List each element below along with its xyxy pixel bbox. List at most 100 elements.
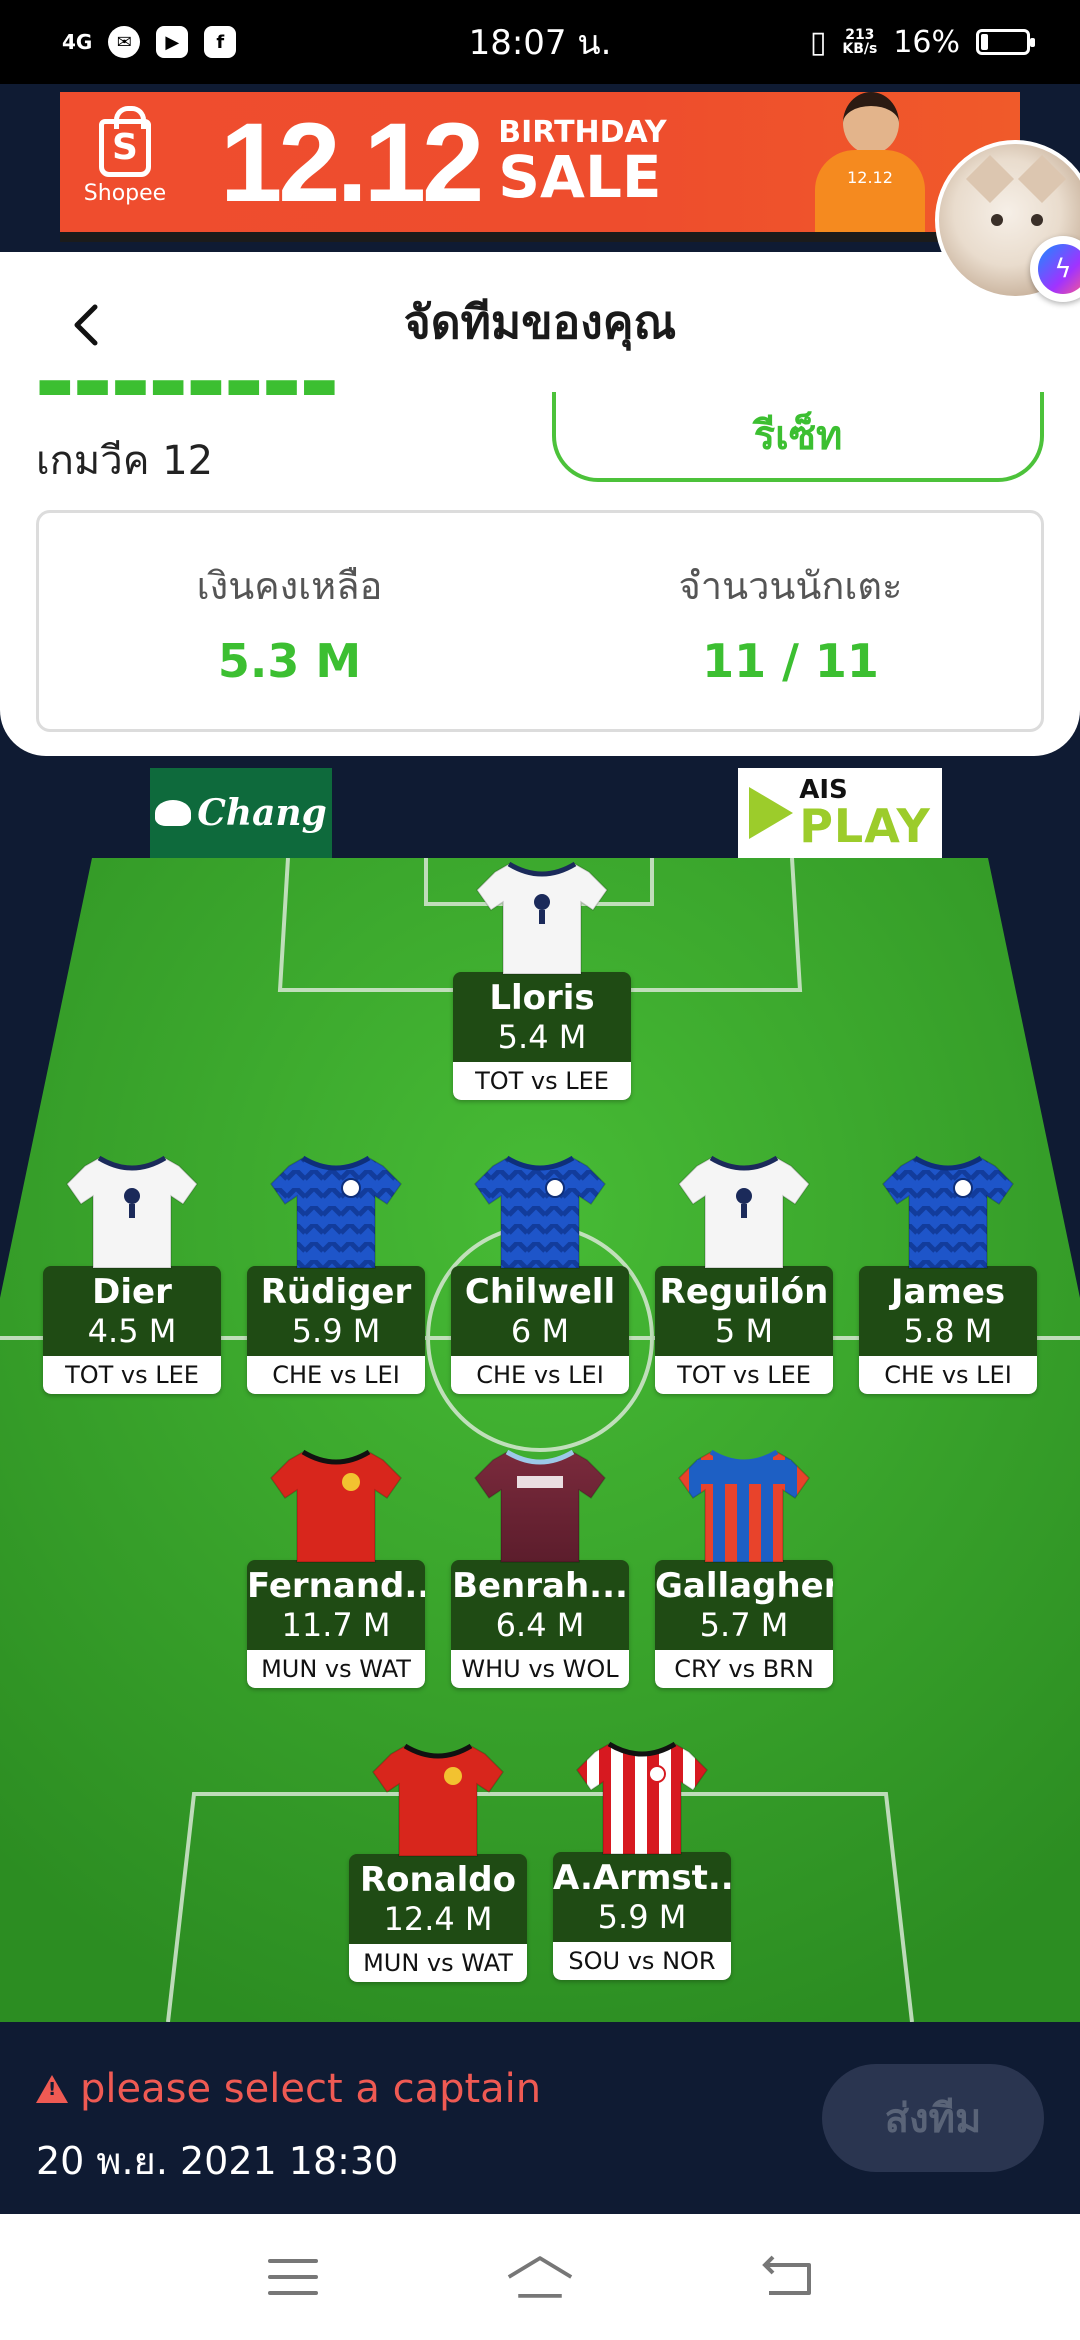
banner-sale-number: 12.12 bbox=[220, 99, 484, 225]
jersey-icon bbox=[677, 1152, 811, 1270]
ais-play-sponsor-logo: AIS PLAY bbox=[738, 768, 942, 858]
menu-button[interactable] bbox=[258, 2242, 328, 2312]
menu-icon bbox=[268, 2259, 319, 2295]
team-stats-box: เงินคงเหลือ 5.3 M จำนวนนักเตะ 11 / 11 bbox=[36, 510, 1044, 732]
model-shirt: 12.12 bbox=[815, 150, 925, 232]
player-price: 5 M bbox=[714, 1312, 774, 1350]
avatar-eye-left bbox=[991, 214, 1003, 226]
player-name: Gallagher bbox=[655, 1566, 833, 1606]
player-price: 5.4 M bbox=[497, 1018, 587, 1056]
elephant-icon bbox=[155, 800, 192, 826]
player-fixture: TOT vs LEE bbox=[655, 1356, 833, 1394]
player-price: 5.9 M bbox=[597, 1898, 687, 1936]
player-count-label: จำนวนนักเตะ bbox=[678, 563, 903, 608]
player-price: 5.7 M bbox=[699, 1606, 789, 1644]
deadline-text: 20 พ.ย. 2021 18:30 bbox=[36, 2139, 399, 2183]
jersey-icon bbox=[65, 1152, 199, 1270]
page-title: จัดทีมของคุณ bbox=[403, 294, 677, 349]
player-info-box: Dier 4.5 M TOT vs LEE bbox=[43, 1266, 221, 1394]
status-bar: 4G ✉ ▶ f 18:07 น. ▯ 213 KB/s 16% bbox=[0, 0, 1080, 84]
player-name: Lloris bbox=[489, 978, 595, 1018]
player-card[interactable]: Fernand... 11.7 M MUN vs WAT bbox=[246, 1446, 426, 1688]
player-card[interactable]: Benrah... 6.4 M WHU vs WOL bbox=[450, 1446, 630, 1688]
player-name: Chilwell bbox=[464, 1272, 616, 1312]
shopee-banner-ad[interactable]: S Shopee 12.12 BIRTHDAY SALE 12.12 bbox=[60, 92, 1020, 242]
banner-model-image: 12.12 bbox=[815, 92, 925, 232]
shopee-logo: S Shopee bbox=[70, 97, 180, 227]
player-name: A.Armst... bbox=[553, 1858, 731, 1898]
player-fixture: TOT vs LEE bbox=[453, 1062, 631, 1100]
network-speed: 213 KB/s bbox=[842, 28, 877, 56]
jersey-icon bbox=[371, 1740, 505, 1858]
player-fixture: WHU vs WOL bbox=[451, 1650, 629, 1688]
player-info-box: Reguilón 5 M TOT vs LEE bbox=[655, 1266, 833, 1394]
play-triangle-icon bbox=[749, 787, 794, 839]
player-name: Fernand... bbox=[247, 1566, 425, 1606]
status-right-icons: ▯ 213 KB/s 16% bbox=[810, 24, 1035, 60]
player-card[interactable]: Chilwell 6 M CHE vs LEI bbox=[450, 1152, 630, 1394]
budget-value: 5.3 M bbox=[217, 633, 362, 688]
jersey-icon bbox=[473, 1446, 607, 1564]
avatar-ear-left bbox=[965, 154, 1015, 204]
jersey-icon bbox=[475, 858, 609, 976]
player-fixture: CHE vs LEI bbox=[451, 1356, 629, 1394]
player-card[interactable]: Ronaldo 12.4 M MUN vs WAT bbox=[348, 1740, 528, 1982]
player-fixture: TOT vs LEE bbox=[43, 1356, 221, 1394]
captain-warning: please select a captain bbox=[36, 2066, 541, 2112]
chang-sponsor-logo: Chang bbox=[150, 768, 332, 858]
ais-text-bottom: PLAY bbox=[799, 799, 931, 853]
player-count-stat: จำนวนนักเตะ 11 / 11 bbox=[540, 513, 1041, 729]
home-button[interactable] bbox=[505, 2242, 575, 2312]
player-count-value: 11 / 11 bbox=[702, 633, 879, 688]
captain-warning-text: please select a captain bbox=[80, 2066, 542, 2112]
jersey-icon bbox=[473, 1152, 607, 1270]
chevron-left-icon bbox=[74, 304, 98, 346]
player-price: 5.8 M bbox=[903, 1312, 993, 1350]
player-card[interactable]: Dier 4.5 M TOT vs LEE bbox=[42, 1152, 222, 1394]
reset-button[interactable]: รีเซ็ท bbox=[552, 392, 1044, 482]
battery-percent: 16% bbox=[893, 24, 960, 60]
player-card[interactable]: A.Armst... 5.9 M SOU vs NOR bbox=[552, 1738, 732, 1980]
system-navigation-bar bbox=[0, 2214, 1080, 2340]
player-info-box: Chilwell 6 M CHE vs LEI bbox=[451, 1266, 629, 1394]
budget-label: เงินคงเหลือ bbox=[196, 563, 383, 608]
player-card[interactable]: Gallagher 5.7 M CRY vs BRN bbox=[654, 1446, 834, 1688]
avatar-eye-right bbox=[1031, 214, 1043, 226]
ais-play-text: AIS PLAY bbox=[799, 777, 931, 849]
player-name: Ronaldo bbox=[359, 1860, 517, 1900]
player-card[interactable]: Reguilón 5 M TOT vs LEE bbox=[654, 1152, 834, 1394]
facebook-notification-icon: f bbox=[204, 26, 237, 58]
player-price: 5.9 M bbox=[291, 1312, 381, 1350]
player-price: 12.4 M bbox=[383, 1900, 493, 1938]
shopee-bag-icon: S bbox=[99, 105, 151, 177]
player-name: Dier bbox=[92, 1272, 172, 1312]
jersey-icon bbox=[269, 1152, 403, 1270]
submit-team-button[interactable]: ส่งทีม bbox=[822, 2064, 1044, 2172]
shopee-brand-text: Shopee bbox=[83, 180, 167, 206]
jersey-icon bbox=[575, 1738, 709, 1856]
scrolled-partial-label: ▬▬▬▬▬▬▬▬ bbox=[36, 378, 338, 400]
player-card[interactable]: Lloris 5.4 M TOT vs LEE bbox=[452, 858, 632, 1100]
player-info-box: Benrah... 6.4 M WHU vs WOL bbox=[451, 1560, 629, 1688]
player-fixture: CHE vs LEI bbox=[247, 1356, 425, 1394]
back-button[interactable] bbox=[56, 290, 116, 360]
jersey-icon bbox=[269, 1446, 403, 1564]
player-card[interactable]: James 5.8 M CHE vs LEI bbox=[858, 1152, 1038, 1394]
messenger-notification-icon: ✉ bbox=[108, 26, 141, 58]
jersey-icon bbox=[677, 1446, 811, 1564]
banner-sale-text: BIRTHDAY SALE bbox=[498, 118, 666, 207]
player-fixture: CRY vs BRN bbox=[655, 1650, 833, 1688]
chang-text: Chang bbox=[197, 792, 327, 834]
home-icon bbox=[507, 2256, 573, 2298]
messenger-icon: ϟ bbox=[1038, 244, 1080, 294]
back-nav-button[interactable] bbox=[752, 2242, 822, 2312]
budget-stat: เงินคงเหลือ 5.3 M bbox=[39, 513, 540, 729]
page-header: จัดทีมของคุณ bbox=[0, 252, 1080, 392]
back-icon bbox=[761, 2255, 811, 2295]
player-card[interactable]: Rüdiger 5.9 M CHE vs LEI bbox=[246, 1152, 426, 1394]
player-fixture: CHE vs LEI bbox=[859, 1356, 1037, 1394]
player-fixture: MUN vs WAT bbox=[247, 1650, 425, 1688]
gameweek-label: เกมวีค 12 bbox=[36, 438, 214, 484]
speed-unit: KB/s bbox=[842, 41, 878, 57]
player-fixture: SOU vs NOR bbox=[553, 1942, 731, 1980]
